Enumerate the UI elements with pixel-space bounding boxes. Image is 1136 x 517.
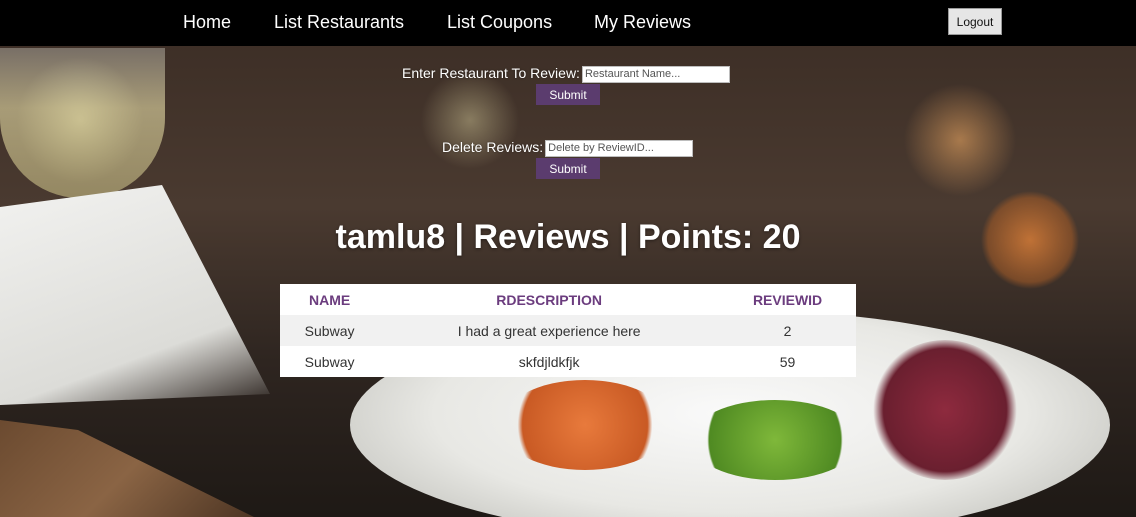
reviews-table: NAME RDESCRIPTION REVIEWID Subway I had …	[280, 284, 856, 377]
cell-review-id: 59	[719, 346, 856, 377]
wine-glass-image	[0, 48, 165, 198]
radicchio-image	[870, 340, 1020, 480]
nav-link-home[interactable]: Home	[183, 12, 231, 33]
nav-link-list-restaurants[interactable]: List Restaurants	[274, 12, 404, 33]
nav-link-list-coupons[interactable]: List Coupons	[447, 12, 552, 33]
review-form-label: Enter Restaurant To Review:	[402, 65, 580, 81]
restaurant-name-input[interactable]	[581, 65, 730, 83]
page-title: tamlu8 | Reviews | Points: 20	[335, 218, 801, 256]
review-id-input[interactable]	[545, 139, 694, 157]
review-submit-button[interactable]: Submit	[536, 84, 600, 105]
cell-name: Subway	[280, 346, 380, 377]
review-form: Enter Restaurant To Review:	[402, 65, 730, 83]
nav-link-my-reviews[interactable]: My Reviews	[594, 12, 691, 33]
cell-review-id: 2	[719, 315, 856, 346]
header-reviewid: REVIEWID	[719, 284, 856, 315]
table-row: Subway I had a great experience here 2	[280, 315, 856, 346]
logout-button[interactable]: Logout	[948, 8, 1002, 35]
header-name: NAME	[280, 284, 380, 315]
cell-name: Subway	[280, 315, 380, 346]
top-navbar: Home List Restaurants List Coupons My Re…	[0, 0, 1136, 46]
delete-form-label: Delete Reviews:	[442, 139, 544, 155]
table-header-row: NAME RDESCRIPTION REVIEWID	[280, 284, 856, 315]
salad-image	[690, 400, 860, 480]
cell-description: I had a great experience here	[379, 315, 720, 346]
bread-image	[0, 420, 260, 517]
delete-submit-button[interactable]: Submit	[536, 158, 600, 179]
cell-description: skfdjldkfjk	[379, 346, 720, 377]
shrimp-image	[500, 380, 670, 470]
table-row: Subway skfdjldkfjk 59	[280, 346, 856, 377]
delete-form: Delete Reviews:	[442, 139, 694, 157]
header-rdescription: RDESCRIPTION	[379, 284, 720, 315]
